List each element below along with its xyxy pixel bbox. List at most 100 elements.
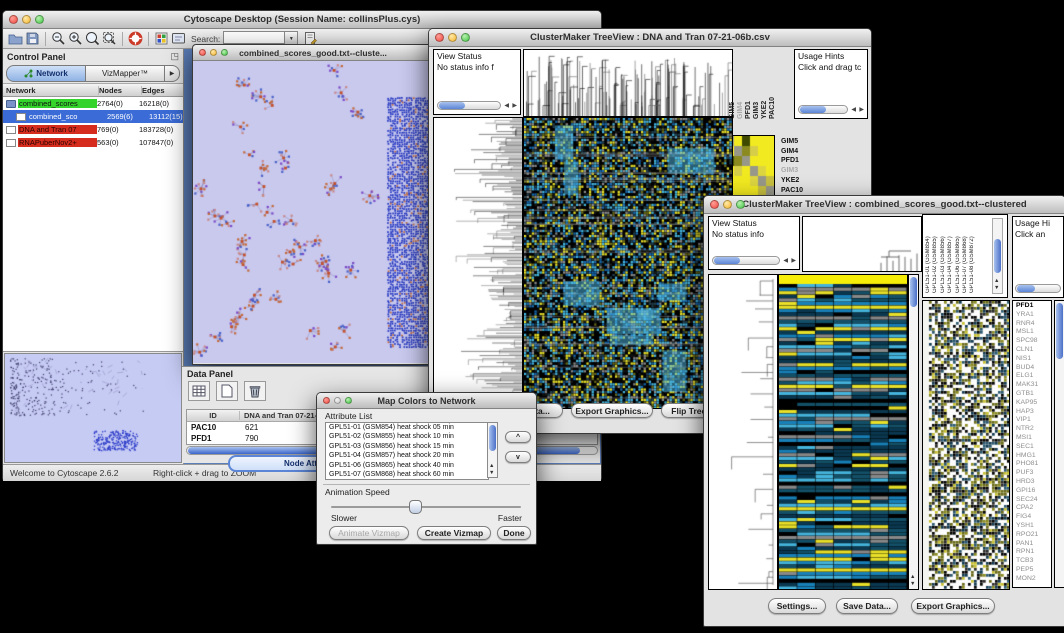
- tv2-col-dendrogram-canvas[interactable]: [802, 216, 922, 272]
- select-attributes-icon[interactable]: [188, 381, 210, 401]
- network-table-row[interactable]: combined_sco 2569(6) 13112(15): [3, 110, 183, 123]
- gene-label[interactable]: GIM5: [781, 137, 803, 147]
- tv2-labels-vscrollbar[interactable]: ▲ ▼: [992, 218, 1003, 294]
- speed-slider-track[interactable]: [331, 506, 521, 508]
- scroll-right-icon[interactable]: ▶: [859, 106, 864, 114]
- tv2-zoom-heatmap-canvas[interactable]: [922, 300, 1010, 590]
- window-controls[interactable]: [199, 49, 228, 56]
- gene-label[interactable]: CPA2: [1016, 504, 1051, 513]
- scrollbar-thumb[interactable]: [1017, 285, 1035, 292]
- gene-label[interactable]: TCB3: [1016, 557, 1051, 566]
- gene-label[interactable]: CLN1: [1016, 346, 1051, 355]
- new-attribute-icon[interactable]: [216, 381, 238, 401]
- gene-label[interactable]: GIM3: [753, 61, 761, 119]
- gene-label[interactable]: GIM4: [781, 147, 803, 157]
- scrollbar-thumb[interactable]: [1056, 303, 1063, 359]
- close-icon[interactable]: [435, 33, 444, 42]
- gene-label[interactable]: NIS1: [1016, 355, 1051, 364]
- scroll-left-icon[interactable]: ◀: [504, 102, 509, 110]
- attribute-list-vscrollbar[interactable]: ▲ ▼: [487, 422, 498, 478]
- array-column-label[interactable]: GPL51-06 (GSM865): [955, 217, 962, 293]
- view-status-hscrollbar[interactable]: ◀ ▶: [437, 101, 517, 111]
- usage-hints-hscrollbar[interactable]: [1015, 284, 1061, 294]
- gene-label[interactable]: PAC10: [781, 186, 803, 196]
- animate-vizmap-button[interactable]: Animate Vizmap: [329, 526, 409, 540]
- settings-button[interactable]: Settings...: [768, 598, 826, 614]
- search-input[interactable]: [223, 31, 284, 44]
- zoom-window-icon[interactable]: [221, 49, 228, 56]
- scrollbar-thumb[interactable]: [714, 257, 740, 264]
- minimize-icon[interactable]: [334, 397, 341, 404]
- move-down-button[interactable]: v: [505, 451, 531, 463]
- create-vizmap-button[interactable]: Create Vizmap: [417, 526, 491, 540]
- scroll-left-icon[interactable]: ◀: [851, 106, 856, 114]
- vizmapper-palette-icon[interactable]: [153, 31, 170, 47]
- minimize-icon[interactable]: [22, 15, 31, 24]
- dialog-titlebar[interactable]: Map Colors to Network: [317, 393, 536, 409]
- move-up-button[interactable]: ^: [505, 431, 531, 443]
- tv2-gene-vscrollbar[interactable]: [1054, 300, 1064, 588]
- zoom-selected-icon[interactable]: [101, 31, 118, 47]
- window-controls[interactable]: [9, 15, 44, 24]
- tv2-row-dendrogram-canvas[interactable]: [708, 274, 778, 590]
- close-icon[interactable]: [323, 397, 330, 404]
- gene-label[interactable]: MAK31: [1016, 381, 1051, 390]
- array-column-label[interactable]: GPL51-08 (GSM872): [969, 217, 976, 293]
- tab-vizmapper[interactable]: VizMapper™: [86, 65, 165, 82]
- tv1-row-dendrogram-canvas[interactable]: [433, 117, 523, 409]
- save-data-button[interactable]: Save Data...: [836, 598, 898, 614]
- view-status-hscrollbar[interactable]: ◀ ▶: [712, 256, 796, 266]
- tab-network[interactable]: Network: [6, 65, 86, 82]
- gene-label[interactable]: PHO81: [1016, 460, 1051, 469]
- gene-label[interactable]: SEC1: [1016, 443, 1051, 452]
- gene-label[interactable]: YKE2: [761, 61, 769, 119]
- scroll-up-icon[interactable]: ▲: [489, 463, 494, 469]
- attribute-list-item[interactable]: GPL51-01 (GSM854) heat shock 05 min: [326, 423, 488, 432]
- gene-label[interactable]: ELG1: [1016, 372, 1051, 381]
- gene-label[interactable]: YKE2: [781, 176, 803, 186]
- gene-label[interactable]: YRA1: [1016, 311, 1051, 320]
- gene-label[interactable]: GIM4: [737, 61, 745, 119]
- gene-label[interactable]: PUF3: [1016, 469, 1051, 478]
- minimize-icon[interactable]: [448, 33, 457, 42]
- gene-label[interactable]: RNR4: [1016, 320, 1051, 329]
- scrollbar-thumb[interactable]: [439, 102, 465, 109]
- usage-hints-hscrollbar[interactable]: ◀ ▶: [798, 105, 864, 115]
- gene-label[interactable]: NTR2: [1016, 425, 1051, 434]
- network-table-row[interactable]: combined_scores 2764(0) 16218(0): [3, 97, 183, 110]
- gene-label[interactable]: YSH1: [1016, 522, 1051, 531]
- gene-label[interactable]: SPC98: [1016, 337, 1051, 346]
- done-button[interactable]: Done: [497, 526, 531, 540]
- export-graphics-button[interactable]: Export Graphics...: [911, 598, 995, 614]
- zoom-in-icon[interactable]: [67, 31, 84, 47]
- network-overview-canvas[interactable]: [4, 353, 182, 463]
- gene-label[interactable]: RPO21: [1016, 531, 1051, 540]
- scroll-up-icon[interactable]: ▲: [910, 574, 915, 580]
- attribute-list-item[interactable]: GPL51-07 (GSM868) heat shock 60 min: [326, 470, 488, 479]
- gene-label[interactable]: HRD3: [1016, 478, 1051, 487]
- gene-label[interactable]: PFD1: [781, 156, 803, 166]
- tv1-heatmap-canvas[interactable]: [523, 117, 733, 409]
- tv1-col-dendrogram-canvas[interactable]: [523, 49, 733, 117]
- gene-label[interactable]: GIM3: [781, 166, 803, 176]
- gene-label[interactable]: PAN1: [1016, 540, 1051, 549]
- gene-label[interactable]: PEP5: [1016, 566, 1051, 575]
- gene-label[interactable]: HMG1: [1016, 452, 1051, 461]
- zoom-out-icon[interactable]: [50, 31, 67, 47]
- gene-label[interactable]: GPI16: [1016, 487, 1051, 496]
- gene-label[interactable]: MON2: [1016, 575, 1051, 584]
- close-icon[interactable]: [199, 49, 206, 56]
- zoom-window-icon[interactable]: [35, 15, 44, 24]
- export-graphics-button[interactable]: Export Graphics...: [571, 403, 653, 418]
- attribute-list-item[interactable]: GPL51-06 (GSM865) heat shock 40 min: [326, 461, 488, 470]
- attribute-list-item[interactable]: GPL51-04 (GSM857) heat shock 20 min: [326, 451, 488, 460]
- save-icon[interactable]: [24, 31, 41, 47]
- help-lifesaver-icon[interactable]: [127, 31, 144, 47]
- gene-label[interactable]: PFD1: [1016, 302, 1051, 311]
- attribute-list-item[interactable]: GPL51-02 (GSM855) heat shock 10 min: [326, 432, 488, 441]
- close-icon[interactable]: [710, 200, 719, 209]
- zoom-window-icon[interactable]: [345, 397, 352, 404]
- minimize-icon[interactable]: [723, 200, 732, 209]
- gene-label[interactable]: HAP3: [1016, 408, 1051, 417]
- gene-label[interactable]: RPN1: [1016, 548, 1051, 557]
